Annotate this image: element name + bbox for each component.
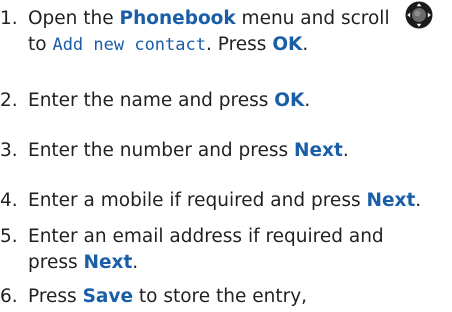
next-keyword: Next [294, 140, 343, 161]
step-text: to [28, 34, 53, 55]
step-text: . [304, 90, 311, 111]
step-number: 1. [0, 8, 18, 29]
step-text: press [28, 252, 84, 273]
step-body: Enter the number and press Next. [28, 138, 349, 164]
step-text: . [302, 34, 309, 55]
step-text: . [415, 190, 422, 211]
step-number: 2. [0, 90, 18, 111]
step-body: Enter an email address if required and p… [28, 224, 384, 276]
step-line: Enter an email address if required and [28, 226, 384, 247]
step-text: Press [28, 286, 83, 307]
step-text: . [342, 140, 349, 161]
step-body: Enter a mobile if required and press Nex… [28, 188, 421, 214]
next-keyword: Next [366, 190, 416, 211]
screen-text-add-new-contact: Add new contact [52, 35, 206, 55]
save-keyword: Save [82, 286, 133, 307]
step-number: 3. [0, 140, 18, 161]
phonebook-keyword: Phonebook [119, 8, 236, 29]
step-text: menu and scroll [235, 8, 390, 29]
step-line: Open the Phonebook menu and scroll [28, 6, 390, 32]
step-line: to Add new contact. Press OK. [28, 32, 390, 58]
step-text: . Press [205, 34, 273, 55]
step-body: Enter the name and press OK. [28, 88, 310, 114]
step-text: Enter the name and press [28, 90, 275, 111]
step-number: 6. [0, 286, 18, 307]
step-number: 5. [0, 226, 18, 247]
step-text: Enter the number and press [28, 140, 295, 161]
next-keyword: Next [83, 252, 133, 273]
step-text: . [132, 252, 139, 273]
step-text: Open the [28, 8, 120, 29]
step-body: Press Save to store the entry, [28, 284, 307, 310]
step-body: Open the Phonebook menu and scroll to Ad… [28, 6, 390, 58]
ok-keyword: OK [272, 34, 303, 55]
step-line: press Next. [28, 250, 384, 276]
navigation-key-icon [405, 1, 433, 29]
step-number: 4. [0, 190, 18, 211]
ok-keyword: OK [274, 90, 305, 111]
step-text: Enter a mobile if required and press [28, 190, 367, 211]
step-text: to store the entry, [133, 286, 308, 307]
